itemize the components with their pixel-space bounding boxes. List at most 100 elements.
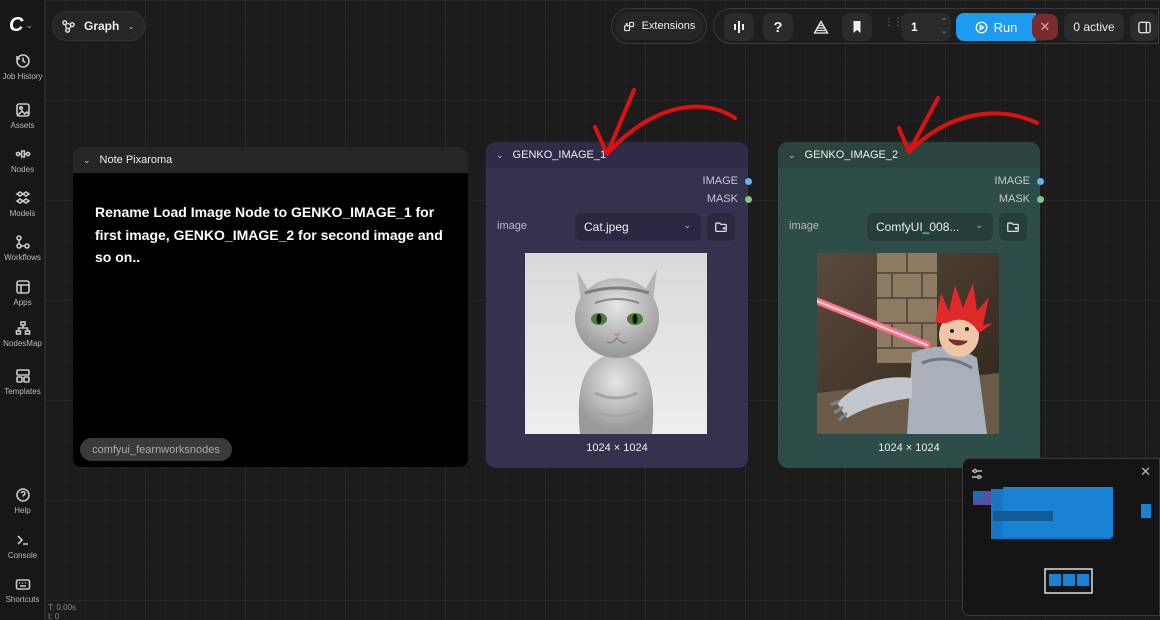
minimap[interactable]: ✕ [962, 458, 1160, 616]
minimap-canvas [973, 487, 1151, 594]
collapse-chevron-icon[interactable]: ⌄ [83, 155, 91, 166]
bookmark-button[interactable] [842, 13, 872, 41]
run-label: Run [993, 19, 1018, 35]
sidebar-item-console[interactable]: Console [0, 532, 45, 560]
render-status: T: 0.00s I: 0 [48, 603, 76, 620]
keyboard-icon [15, 579, 30, 590]
node-title: Note Pixaroma [99, 154, 173, 166]
upload-image-button[interactable] [999, 213, 1027, 241]
drag-handle-icon[interactable]: ⋮⋮ [884, 18, 903, 28]
help-button[interactable]: ? [763, 13, 793, 41]
graph-icon [62, 19, 75, 33]
sidebar-item-nodes[interactable]: Nodes [0, 146, 45, 174]
widget-label: image [497, 220, 527, 232]
queue-count-input[interactable]: 1 ⌃ ⌄ [901, 13, 951, 41]
output-port-dot[interactable] [745, 195, 752, 203]
stepper-arrows-icon[interactable]: ⌃ ⌄ [941, 17, 947, 37]
gpu-button[interactable] [806, 13, 836, 41]
help-icon [15, 488, 30, 502]
sidebar-item-label: Assets [10, 121, 35, 130]
folder-icon [715, 222, 727, 233]
load-image-node-1[interactable]: ⌄ GENKO_IMAGE_1 IMAGE MASK image Cat.jpe… [486, 142, 752, 468]
note-node[interactable]: ⌄ Note Pixaroma Rename Load Image Node t… [73, 147, 468, 467]
output-slot-image[interactable]: IMAGE [994, 174, 1044, 188]
extensions-label: Extensions [641, 20, 696, 32]
annotation-arrow-1 [606, 104, 737, 155]
sidebar-item-shortcuts[interactable]: Shortcuts [0, 576, 45, 604]
puzzle-icon [623, 21, 634, 31]
image-file-select[interactable]: ComfyUI_008... ⌄ [867, 213, 993, 241]
folder-icon [1007, 222, 1019, 233]
chevron-down-icon: ⌄ [127, 20, 135, 31]
selected-file: Cat.jpeg [584, 220, 629, 234]
sidebar-item-assets[interactable]: Assets [0, 102, 45, 130]
sidebar-item-label: Workflows [4, 253, 41, 262]
mountain-icon [813, 20, 829, 34]
run-toolbar: ? ⋮⋮ 1 ⌃⌄ Run ⌄ ✕ 0 active [713, 8, 1159, 44]
output-port-dot[interactable] [1037, 177, 1044, 185]
output-label: IMAGE [702, 175, 738, 187]
upload-image-button[interactable] [707, 213, 735, 241]
sidebar-item-apps[interactable]: Apps [0, 279, 45, 307]
image-file-select[interactable]: Cat.jpeg ⌄ [575, 213, 701, 241]
sitemap-icon [15, 321, 30, 335]
extensions-button[interactable]: Extensions [611, 8, 707, 44]
status-line: I: 0 [48, 612, 60, 620]
sidebar-item-label: Shortcuts [5, 595, 40, 604]
node-header[interactable]: ⌄ Note Pixaroma [73, 147, 468, 173]
workflow-icon [15, 235, 30, 249]
apps-icon [15, 280, 30, 294]
output-slot-mask[interactable]: MASK [999, 192, 1044, 206]
toggle-panel-button[interactable] [1130, 13, 1158, 41]
sidebar-item-label: Apps [13, 298, 32, 307]
sidebar-item-label: Templates [4, 387, 41, 396]
image-icon [15, 103, 30, 117]
app-logo[interactable]: C ⌄ [9, 14, 39, 36]
annotation-arrow-2 [908, 111, 1039, 153]
output-port-dot[interactable] [1037, 195, 1044, 203]
output-port-dot[interactable] [745, 177, 752, 185]
status-time: T: 0.00s [48, 603, 77, 612]
sidebar-item-job-history[interactable]: Job History [0, 53, 45, 81]
waveform-button[interactable] [724, 13, 754, 41]
close-icon: ✕ [1039, 19, 1051, 34]
interrupt-button[interactable]: ✕ [1032, 14, 1058, 40]
graph-tab[interactable]: Graph ⌄ [52, 11, 145, 41]
node-source-badge: comfyui_fearnworksnodes [80, 438, 232, 461]
chevron-down-icon: ⌄ [683, 220, 691, 230]
load-image-node-2[interactable]: ⌄ GENKO_IMAGE_2 IMAGE MASK image ComfyUI… [778, 142, 1044, 468]
sidebar-item-label: Nodes [10, 165, 35, 174]
queue-active-button[interactable]: 0 active [1064, 13, 1124, 41]
sidebar-item-workflows[interactable]: Workflows [0, 234, 45, 262]
logo-mark: C [9, 13, 24, 36]
knight-image [817, 253, 999, 434]
note-text[interactable]: Rename Load Image Node to GENKO_IMAGE_1 … [95, 201, 455, 269]
nodes-icon [15, 150, 30, 158]
sidebar-item-models[interactable]: Models [0, 190, 45, 218]
collapse-chevron-icon[interactable]: ⌄ [496, 150, 504, 161]
waveform-icon [734, 21, 744, 33]
sidebar-item-label: Help [14, 506, 31, 515]
run-button[interactable]: Run [956, 13, 1036, 41]
queue-count-value: 1 [911, 20, 918, 34]
sidebar-item-label: NodesMap [3, 339, 42, 348]
bookmark-icon [853, 21, 861, 33]
output-label: MASK [706, 193, 738, 205]
graph-tab-label: Graph [84, 19, 120, 33]
output-slot-mask[interactable]: MASK [706, 192, 752, 206]
templates-icon [15, 369, 30, 383]
terminal-icon [16, 535, 28, 545]
sidebar-item-help[interactable]: Help [0, 487, 45, 515]
sidebar-item-label: Console [7, 551, 38, 560]
output-label: IMAGE [994, 175, 1030, 187]
chevron-down-icon: ⌄ [975, 220, 983, 230]
play-icon [975, 21, 987, 33]
sidebar-item-nodesmap[interactable]: NodesMap [0, 320, 45, 348]
history-icon [15, 54, 30, 68]
cat-image [525, 253, 707, 434]
sidebar-item-templates[interactable]: Templates [0, 368, 45, 396]
output-slot-image[interactable]: IMAGE [702, 174, 752, 188]
chevron-down-icon: ⌄ [25, 19, 33, 30]
annotation-arrows [593, 88, 1039, 156]
image-dimensions: 1024 × 1024 [878, 442, 940, 454]
